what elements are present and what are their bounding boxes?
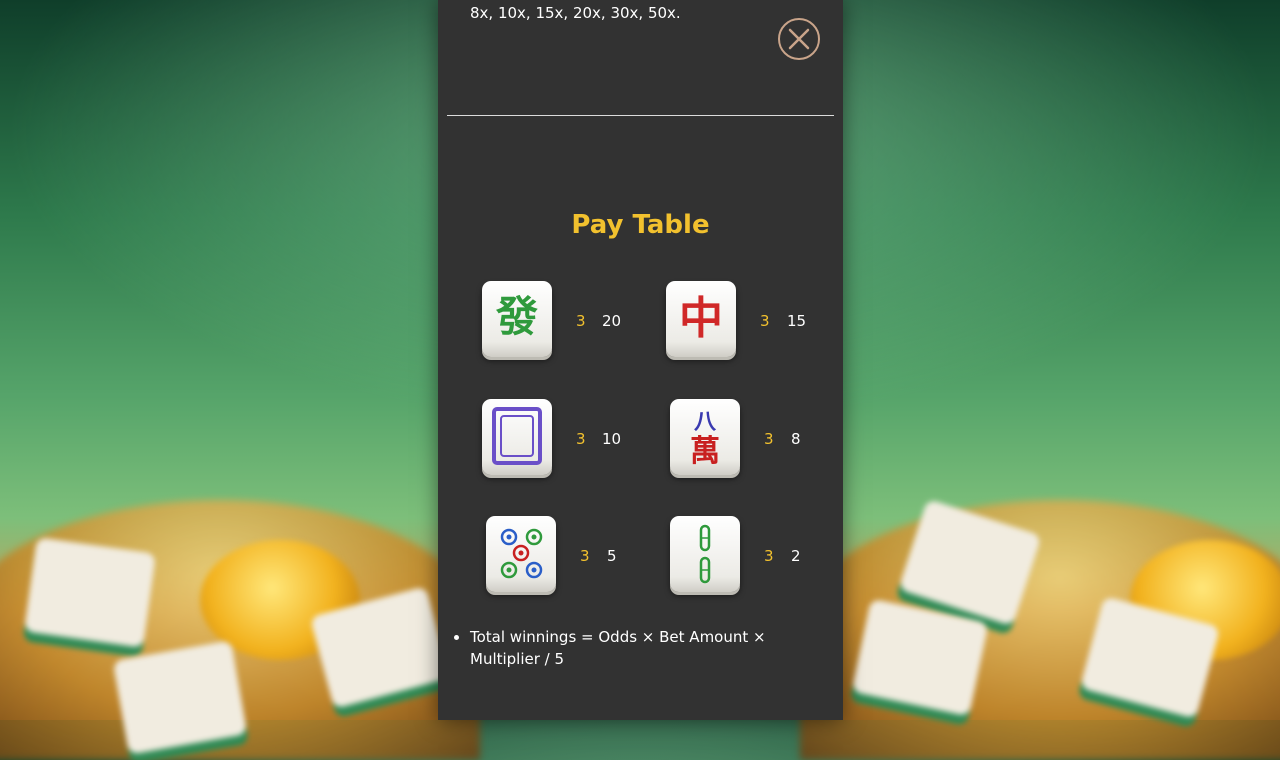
symbol-count: 3 xyxy=(760,312,770,330)
page-title: Pay Table xyxy=(571,210,710,240)
symbol-payout: 15 xyxy=(787,312,807,330)
divider xyxy=(447,115,834,116)
close-icon xyxy=(788,28,810,50)
white-dragon-tile xyxy=(482,399,552,475)
multiplier-list-text: 8x, 10x, 15x, 20x, 30x, 50x. xyxy=(470,4,681,22)
symbol-payout: 20 xyxy=(602,312,622,330)
svg-text:中: 中 xyxy=(679,293,723,344)
symbol-payout: 8 xyxy=(791,430,801,448)
winnings-formula-note: Total winnings = Odds × Bet Amount × Mul… xyxy=(452,626,822,670)
formula-text: Total winnings = Odds × Bet Amount × Mul… xyxy=(470,626,822,670)
eight-wan-tile: 八 萬 xyxy=(670,399,740,475)
symbol-count: 3 xyxy=(576,312,586,330)
paytable-panel: 8x, 10x, 15x, 20x, 30x, 50x. Pay Table 發… xyxy=(438,0,843,720)
svg-text:萬: 萬 xyxy=(690,434,720,469)
svg-text:發: 發 xyxy=(495,292,538,341)
zhong-tile-red: 中 xyxy=(666,281,736,357)
five-circles-tile xyxy=(486,516,556,592)
fa-tile-green: 發 xyxy=(482,281,552,357)
background-tile xyxy=(23,537,157,648)
symbol-payout: 2 xyxy=(791,547,801,565)
symbol-payout: 5 xyxy=(607,547,617,565)
symbol-count: 3 xyxy=(764,547,774,565)
symbol-payout: 10 xyxy=(602,430,622,448)
two-bamboo-tile xyxy=(670,516,740,592)
close-button[interactable] xyxy=(778,18,820,60)
symbol-count: 3 xyxy=(764,430,774,448)
symbol-count: 3 xyxy=(576,430,586,448)
symbol-count: 3 xyxy=(580,547,590,565)
svg-text:八: 八 xyxy=(694,410,717,435)
